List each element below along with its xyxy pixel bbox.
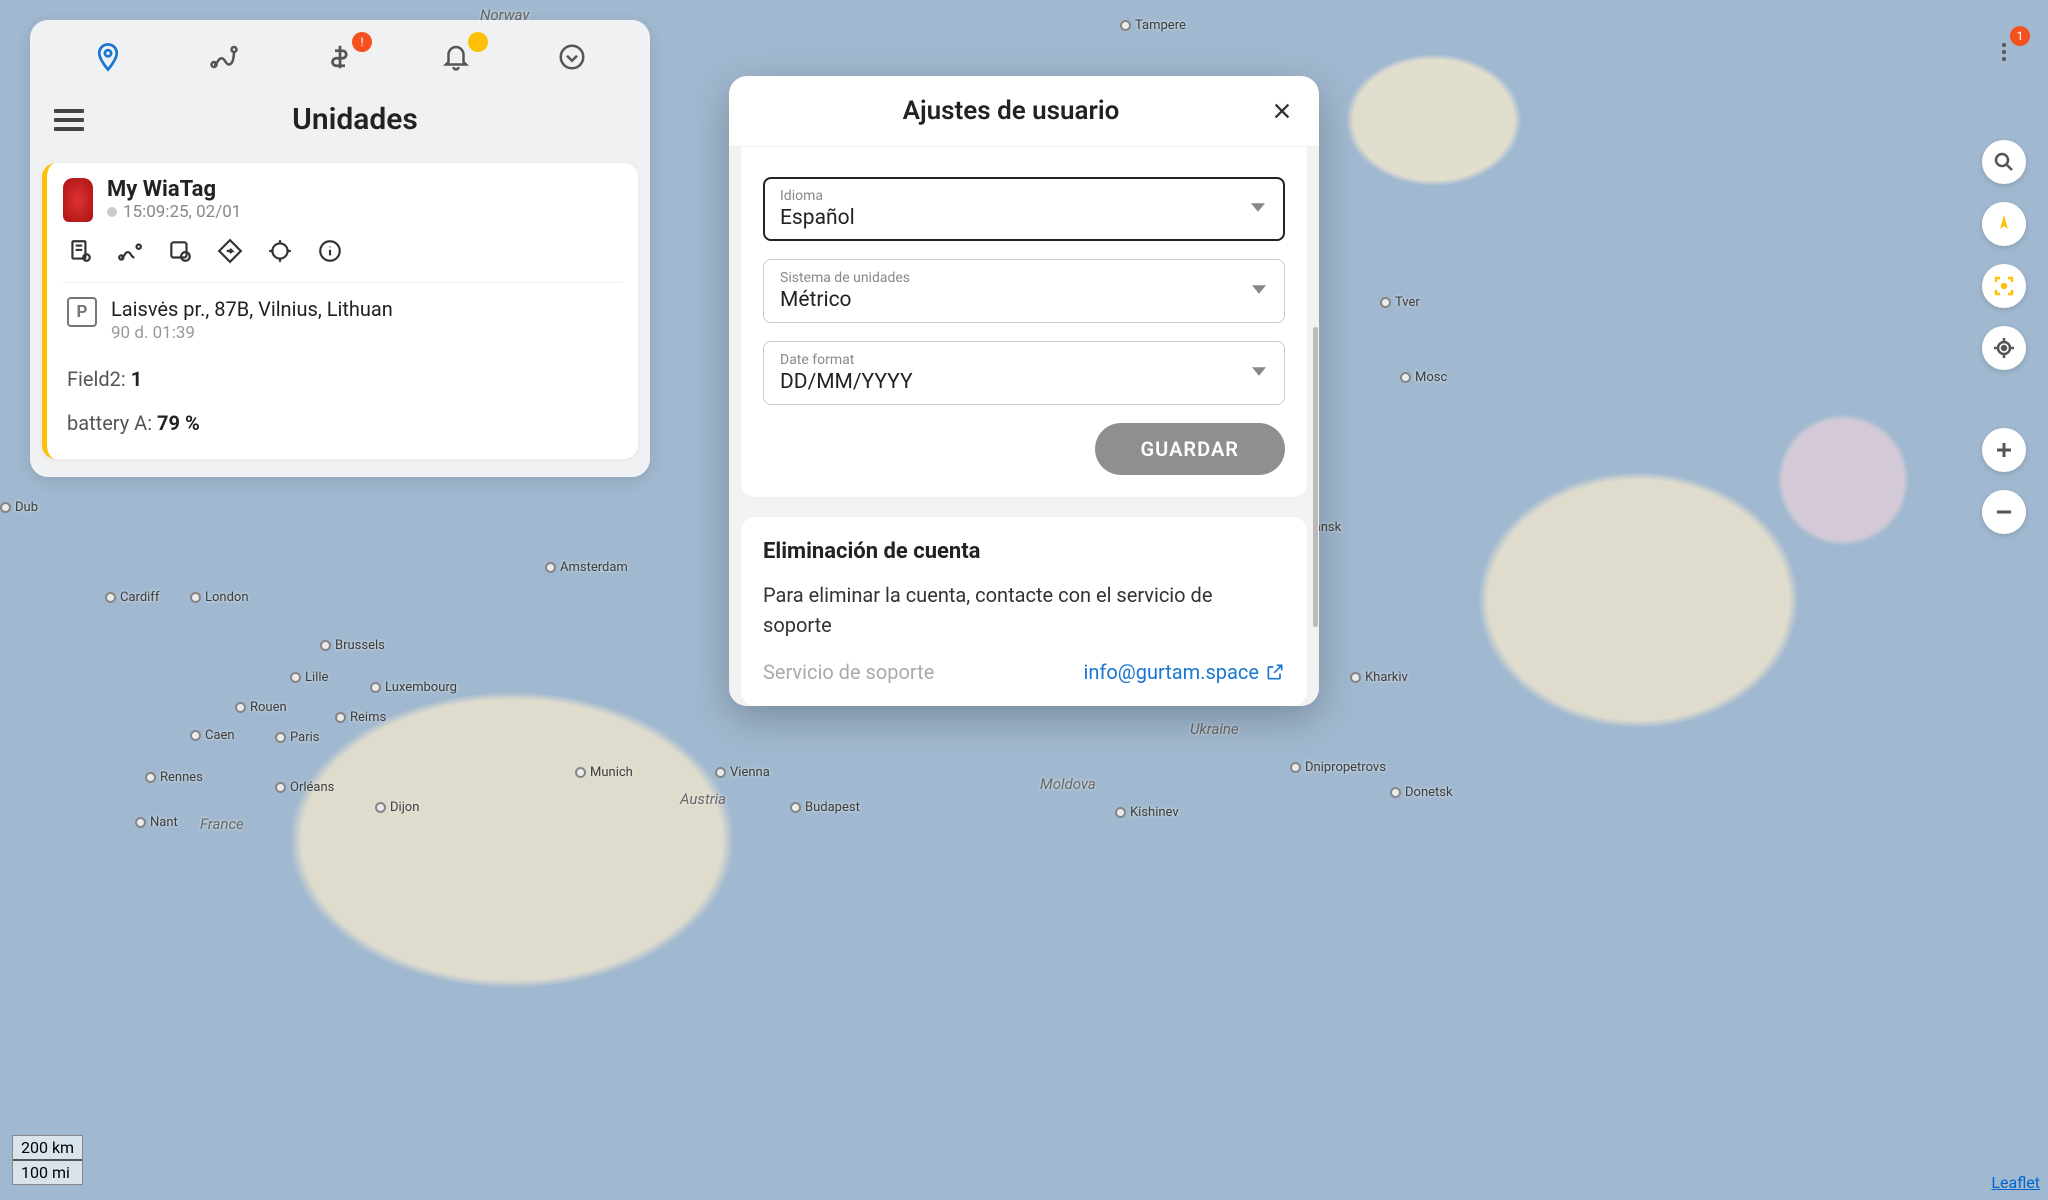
close-button[interactable]: [1269, 98, 1295, 124]
deletion-title: Eliminación de cuenta: [763, 539, 1285, 564]
field-value: DD/MM/YYYY: [780, 370, 1268, 394]
scrollbar[interactable]: [1313, 327, 1318, 627]
chevron-down-icon: [1252, 364, 1266, 383]
field-value: Español: [780, 206, 1268, 230]
external-link-icon: [1265, 662, 1285, 682]
modal-backdrop[interactable]: Ajustes de usuario Idioma Español Sistem…: [0, 0, 2048, 1200]
save-button[interactable]: GUARDAR: [1095, 423, 1285, 475]
language-select[interactable]: Idioma Español: [763, 177, 1285, 241]
dateformat-select[interactable]: Date format DD/MM/YYYY: [763, 341, 1285, 405]
field-value: Métrico: [780, 288, 1268, 312]
support-email-link[interactable]: info@gurtam.space: [1084, 660, 1286, 684]
deletion-text: Para eliminar la cuenta, contacte con el…: [763, 580, 1285, 640]
field-label: Idioma: [780, 188, 1268, 204]
chevron-down-icon: [1252, 282, 1266, 301]
modal-title: Ajustes de usuario: [753, 96, 1269, 126]
units-select[interactable]: Sistema de unidades Métrico: [763, 259, 1285, 323]
user-settings-modal: Ajustes de usuario Idioma Español Sistem…: [729, 76, 1319, 706]
field-label: Sistema de unidades: [780, 270, 1268, 286]
support-label: Servicio de soporte: [763, 660, 934, 684]
chevron-down-icon: [1251, 200, 1265, 219]
field-label: Date format: [780, 352, 1268, 368]
